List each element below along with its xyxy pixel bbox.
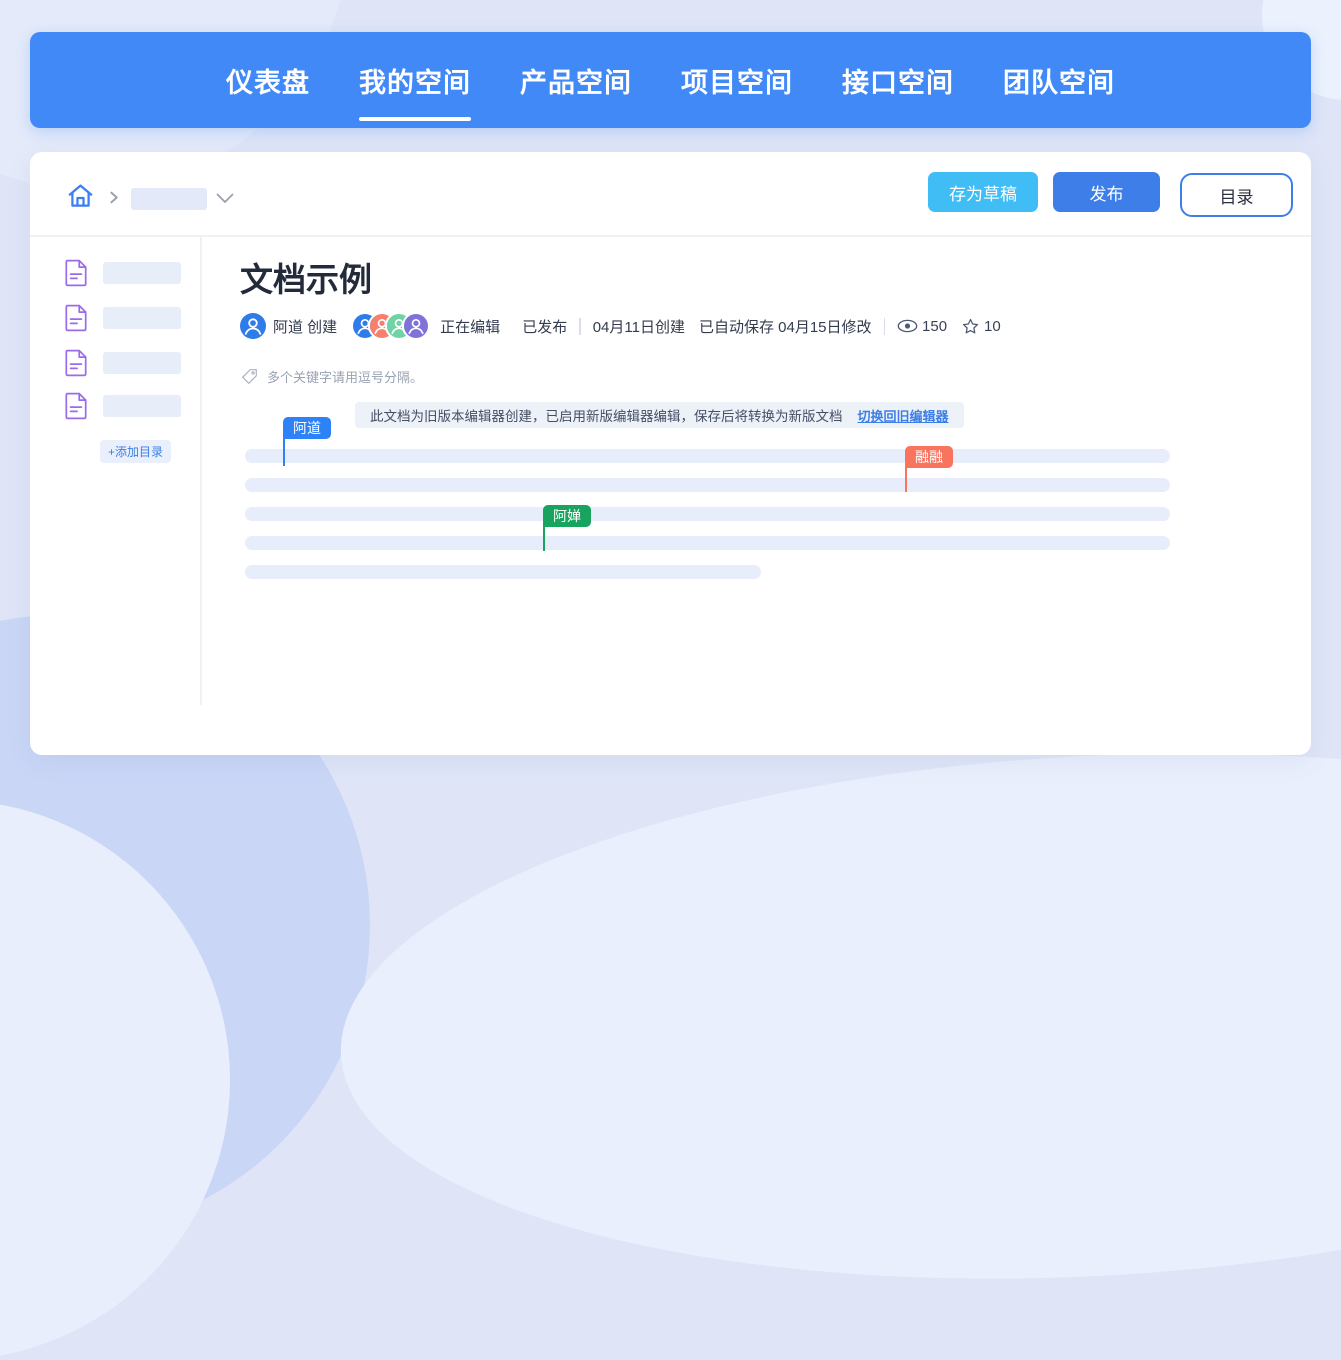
sidebar-doc-item[interactable]: [63, 259, 181, 287]
creator-avatar: [240, 313, 266, 339]
collaborator-avatar: [402, 312, 431, 340]
document-icon: [63, 304, 89, 332]
star-count-value: 10: [984, 317, 1001, 335]
header-divider: [30, 235, 1311, 237]
publish-button[interactable]: 发布: [1053, 172, 1160, 212]
nav-tab-label: 接口空间: [842, 67, 954, 98]
content-placeholder-line: [245, 536, 1170, 550]
nav-tab-label: 产品空间: [520, 67, 632, 98]
collab-cursor-label: 阿婵: [543, 505, 591, 527]
bg-decoration-circle: [327, 717, 1341, 1315]
nav-tab-dashboard[interactable]: 仪表盘: [226, 32, 310, 128]
nav-tab-api-space[interactable]: 接口空间: [842, 32, 954, 128]
notice-text: 此文档为旧版本编辑器创建，已启用新版编辑器编辑，保存后将转换为新版文档: [370, 409, 843, 424]
collab-cursor-label: 融融: [905, 446, 953, 468]
nav-tab-product-space[interactable]: 产品空间: [520, 32, 632, 128]
collab-cursor-label: 阿道: [283, 417, 331, 439]
save-draft-button[interactable]: 存为草稿: [928, 172, 1038, 212]
sidebar-doc-item[interactable]: [63, 349, 181, 377]
eye-icon: [897, 319, 918, 333]
collab-cursor-caret: [543, 526, 545, 551]
editor-notice-banner: 此文档为旧版本编辑器创建，已启用新版编辑器编辑，保存后将转换为新版文档 切换回旧…: [355, 402, 964, 428]
chevron-down-icon: [216, 193, 234, 204]
content-placeholder-line: [245, 478, 1170, 492]
content-placeholder-line: [245, 565, 761, 579]
created-date: 04月11日创建: [592, 318, 685, 336]
doc-title-placeholder: [103, 352, 181, 374]
nav-tab-label: 项目空间: [681, 67, 793, 98]
home-icon[interactable]: [67, 182, 94, 209]
doc-title-placeholder: [103, 307, 181, 329]
content-placeholder-line: [245, 449, 1170, 463]
editing-avatars: [351, 312, 431, 340]
star-count[interactable]: 10: [961, 317, 1001, 336]
switch-old-editor-link[interactable]: 切换回旧编辑器: [858, 406, 949, 425]
document-icon: [63, 392, 89, 420]
nav-tab-team-space[interactable]: 团队空间: [1003, 32, 1115, 128]
document-meta-row: 阿道 创建 正在编辑 已发布 04月11日创建 已自动保存 04月15日修改 1…: [240, 312, 1001, 340]
content-placeholder-line: [245, 507, 1170, 521]
nav-tab-my-space[interactable]: 我的空间: [359, 32, 471, 128]
meta-separator: [579, 317, 581, 335]
document-panel: 存为草稿 发布 目录 +添加目录 文档示例 阿道 创建 正在编辑 已发布 04月…: [30, 152, 1311, 755]
modified-date: 已自动保存 04月15日修改: [698, 318, 872, 336]
collab-cursor-caret: [283, 439, 285, 466]
nav-tab-label: 仪表盘: [226, 67, 310, 98]
nav-tab-label: 我的空间: [359, 67, 471, 98]
add-toc-button[interactable]: +添加目录: [100, 440, 171, 463]
sidebar-divider: [200, 237, 202, 705]
toc-button[interactable]: 目录: [1180, 173, 1293, 217]
nav-tab-project-space[interactable]: 项目空间: [681, 32, 793, 128]
top-navbar: 仪表盘 我的空间 产品空间 项目空间 接口空间 团队空间: [30, 32, 1311, 128]
nav-tab-label: 团队空间: [1003, 67, 1115, 98]
breadcrumb-page-selector[interactable]: [131, 188, 207, 210]
keywords-input[interactable]: 多个关键字请用逗号分隔。: [241, 367, 423, 386]
editing-status: 正在编辑: [440, 318, 501, 336]
document-icon: [63, 259, 89, 287]
page-title: 文档示例: [240, 261, 372, 298]
star-icon: [961, 317, 980, 336]
active-tab-underline: [359, 117, 471, 121]
doc-title-placeholder: [103, 262, 181, 284]
creator-label: 阿道 创建: [273, 318, 338, 336]
sidebar-doc-item[interactable]: [63, 392, 181, 420]
view-count-value: 150: [922, 317, 948, 335]
meta-separator: [883, 317, 886, 335]
keywords-placeholder: 多个关键字请用逗号分隔。: [267, 370, 424, 385]
sidebar-doc-item[interactable]: [63, 304, 181, 332]
tag-icon: [241, 368, 258, 385]
collab-cursor-caret: [905, 467, 907, 492]
publish-status-badge: 已发布: [522, 318, 568, 336]
document-icon: [63, 349, 89, 377]
view-count: 150: [897, 318, 947, 335]
chevron-right-icon: [107, 191, 120, 204]
doc-title-placeholder: [103, 395, 181, 417]
